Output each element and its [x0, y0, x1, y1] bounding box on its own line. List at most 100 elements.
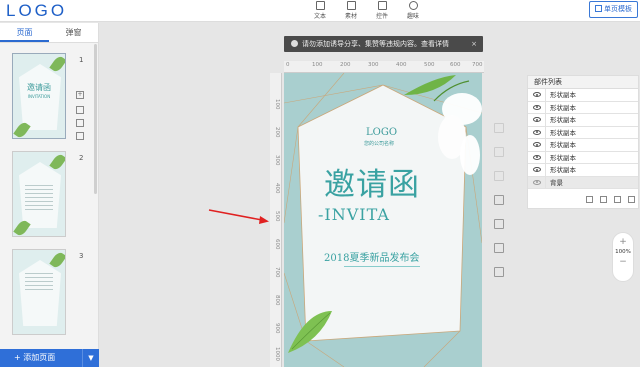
layer-row[interactable]: 形状副本 [528, 151, 638, 164]
page-number-1: 1 [79, 56, 84, 64]
text-tool-label: 文本 [313, 13, 326, 20]
download-icon[interactable] [494, 267, 504, 277]
canvas-event-name[interactable]: 2018夏季新品发布会 [324, 249, 419, 264]
ruler-tick: 600 [450, 62, 461, 68]
text-tool[interactable]: 文本 [305, 1, 335, 20]
layer-name: 形状副本 [550, 128, 576, 137]
zoom-in-button[interactable]: + [613, 235, 633, 249]
page-thumbnail-3[interactable] [12, 249, 66, 335]
pages-panel: 页面 弹窗 邀请函 INVITATION 1 + 2 3 + 添加页面 ▼ [0, 23, 99, 367]
ruler-tick: 500 [424, 62, 435, 68]
close-icon[interactable]: × [471, 36, 477, 52]
red-arrow-annotation [208, 209, 269, 224]
page-thumbnail-2[interactable] [12, 151, 66, 237]
layer-divider [545, 126, 546, 139]
layer-row[interactable]: 形状副本 [528, 101, 638, 114]
group-icon[interactable] [586, 196, 593, 203]
thumbnail-text-lines [25, 270, 53, 290]
ruler-tick: 300 [274, 155, 280, 166]
redo-icon[interactable] [494, 147, 504, 157]
add-page-button[interactable]: + 添加页面 [14, 349, 55, 367]
panel-tabs: 页面 弹窗 [0, 23, 98, 43]
layer-divider [545, 139, 546, 151]
pages-scrollbar[interactable] [94, 44, 97, 194]
layer-divider [545, 114, 546, 126]
fun-tool-label: 趣味 [406, 13, 419, 20]
ruler-tick: 100 [312, 62, 323, 68]
fun-tool[interactable]: 趣味 [398, 1, 428, 20]
canvas-title[interactable]: 邀请函 [324, 159, 420, 204]
copy-layer-icon[interactable] [600, 196, 607, 203]
fun-icon [408, 1, 418, 10]
image-tool[interactable]: 素材 [336, 1, 366, 20]
layer-copy-icon[interactable] [494, 195, 504, 205]
layers-panel: 部件列表 形状副本 形状副本 形状副本 形状副本 形状副本 形状副本 形状副本 … [527, 75, 639, 209]
tab-popups[interactable]: 弹窗 [49, 23, 98, 42]
single-page-template-button[interactable]: 单页模板 [589, 1, 638, 18]
app-logo[interactable]: LOGO [6, 1, 67, 21]
ruler-tick: 400 [274, 183, 280, 194]
layer-divider [545, 176, 546, 189]
template-button-label: 单页模板 [604, 5, 632, 13]
page-thumbnail-1[interactable]: 邀请函 INVITATION [12, 53, 66, 139]
eye-icon[interactable] [533, 117, 541, 122]
info-icon [291, 39, 298, 47]
eye-icon[interactable] [533, 154, 541, 160]
notice-text[interactable]: 请勿添加诱导分享、集赞等违规内容。查看详情 [302, 40, 449, 48]
preview-phone-icon[interactable] [494, 243, 504, 253]
layer-row[interactable]: 形状副本 [528, 89, 638, 102]
leaf-decoration [49, 250, 65, 270]
layer-name: 形状副本 [550, 153, 576, 162]
ruler-tick: 600 [274, 239, 280, 250]
canvas-company-name[interactable]: 您的公司名称 [364, 140, 394, 147]
canvas-english-title[interactable]: -INVITA [318, 205, 390, 224]
image-tool-label: 素材 [344, 13, 357, 20]
text-icon [315, 1, 325, 10]
page-number-2: 2 [79, 154, 84, 162]
widget-icon [377, 1, 387, 10]
ruler-tick: 200 [274, 127, 280, 138]
design-canvas[interactable]: LOGO 您的公司名称 邀请函 -INVITA 2018夏季新品发布会 [284, 73, 482, 367]
layers-footer [528, 192, 638, 208]
eye-icon[interactable] [533, 92, 541, 97]
delete-layer-icon[interactable] [628, 196, 635, 203]
layer-divider [545, 151, 546, 164]
thumbnail-text-lines [25, 182, 53, 212]
eye-icon[interactable] [533, 179, 541, 185]
layer-divider [545, 101, 546, 114]
layer-row[interactable]: 形状副本 [528, 126, 638, 139]
tab-pages[interactable]: 页面 [0, 23, 49, 42]
copy-icon[interactable] [76, 119, 84, 127]
add-page-dropdown[interactable]: ▼ [82, 349, 99, 367]
undo-icon[interactable] [494, 123, 504, 133]
folder-icon[interactable] [614, 196, 621, 203]
layer-row[interactable]: 形状副本 [528, 139, 638, 152]
thumbnail-title: 邀请函 [27, 83, 51, 92]
eye-icon[interactable] [533, 142, 541, 147]
duplicate-icon[interactable] [76, 106, 84, 114]
top-bar: LOGO 文本 素材 控件 趣味 单页模板 [0, 0, 640, 22]
ruler-tick: 100 [274, 99, 280, 110]
play-icon[interactable] [494, 171, 504, 181]
eye-icon[interactable] [533, 167, 541, 172]
ruler-tick: 400 [396, 62, 407, 68]
thumbnail-subtitle: INVITATION [27, 94, 51, 99]
layout-icon[interactable] [494, 219, 504, 229]
layer-row-background[interactable]: 背景 [528, 176, 638, 189]
horizontal-ruler: 0 100 200 300 400 500 600 700 [284, 61, 484, 73]
canvas-decoration-line [344, 266, 420, 267]
zoom-out-button[interactable]: − [613, 255, 633, 269]
add-page-icon[interactable]: + [76, 91, 84, 99]
layer-divider [545, 164, 546, 176]
layer-row[interactable]: 形状副本 [528, 164, 638, 177]
widget-tool[interactable]: 控件 [367, 1, 397, 20]
leaf-decoration [49, 54, 65, 74]
layers-panel-title: 部件列表 [528, 76, 638, 89]
eye-icon[interactable] [533, 104, 541, 110]
layer-row[interactable]: 形状副本 [528, 114, 638, 127]
canvas-logo[interactable]: LOGO [366, 127, 397, 138]
layer-name: 形状副本 [550, 91, 576, 99]
eye-icon[interactable] [533, 129, 541, 135]
delete-icon[interactable] [76, 132, 84, 140]
widget-tool-label: 控件 [375, 13, 388, 20]
